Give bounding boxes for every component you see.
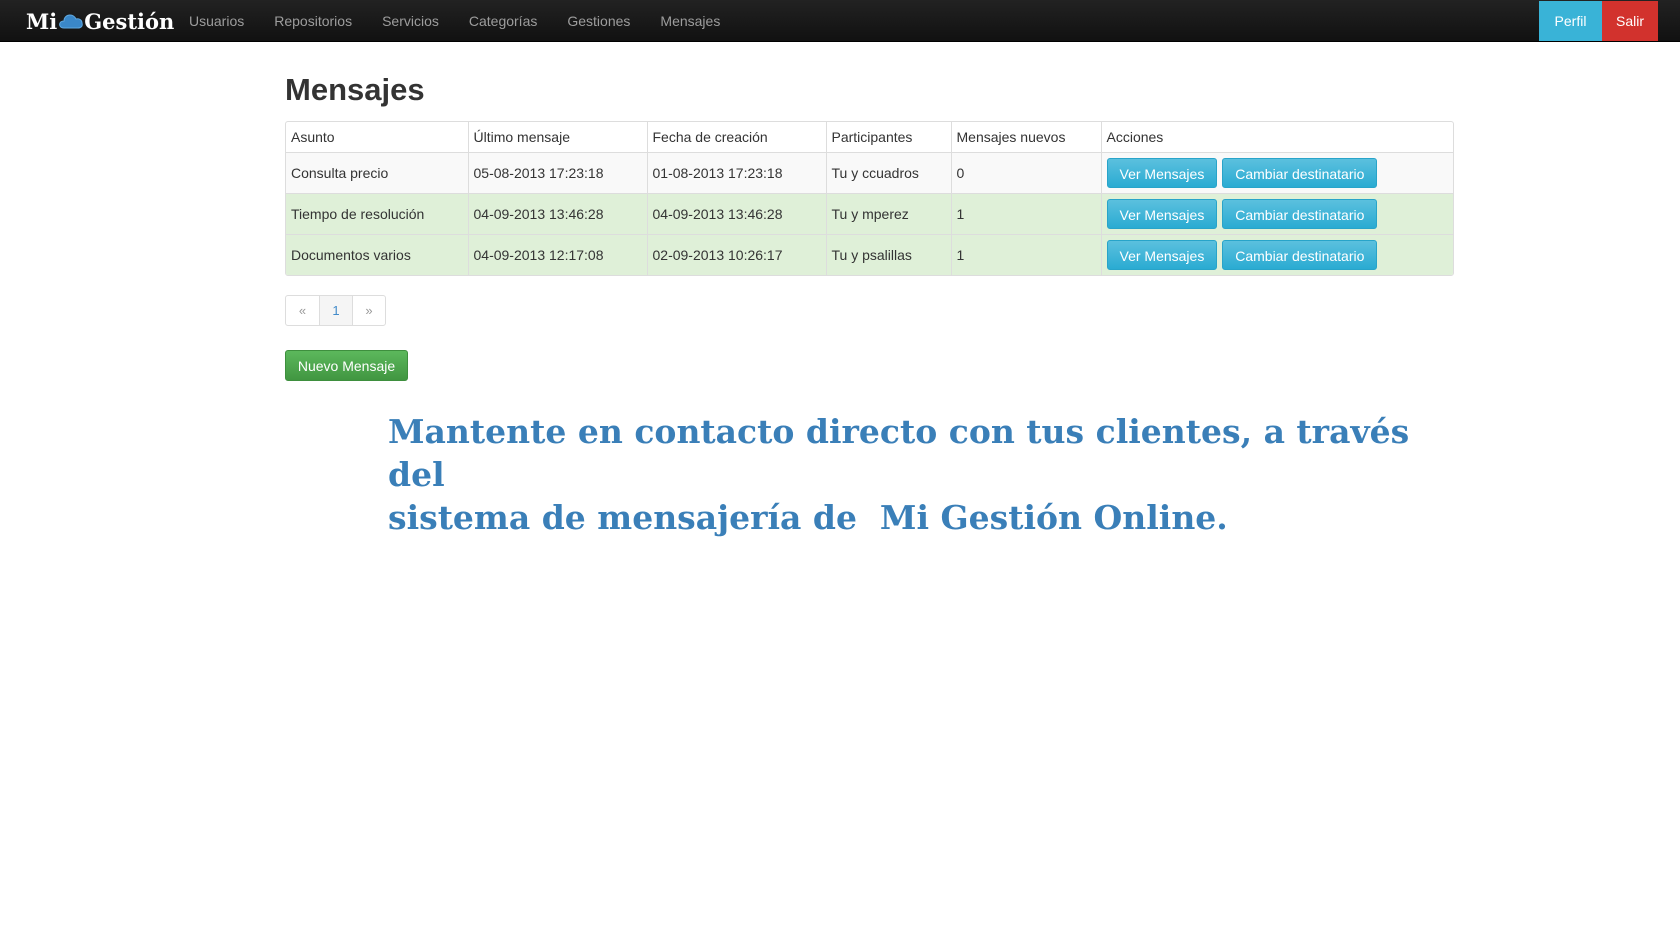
pagination-next[interactable]: »: [352, 296, 385, 325]
cell-ultimo-mensaje: 04-09-2013 13:46:28: [467, 192, 647, 234]
nav-servicios[interactable]: Servicios: [367, 13, 454, 29]
table-row: Documentos varios 04-09-2013 12:17:08 02…: [286, 233, 1453, 275]
cell-ultimo-mensaje: 04-09-2013 12:17:08: [467, 233, 647, 275]
main-nav: Usuarios Repositorios Servicios Categorí…: [174, 0, 735, 42]
page-title: Mensajes: [285, 72, 425, 107]
cell-asunto: Documentos varios: [286, 233, 468, 275]
cell-mensajes-nuevos: 1: [950, 233, 1101, 275]
promo-line-2: sistema de mensajería de Mi Gestión Onli…: [388, 498, 1228, 537]
messages-table: Asunto Último mensaje Fecha de creación …: [285, 121, 1454, 276]
nav-mensajes[interactable]: Mensajes: [645, 13, 735, 29]
column-header-ultimo-mensaje[interactable]: Último mensaje: [467, 122, 647, 152]
cell-ultimo-mensaje: 05-08-2013 17:23:18: [467, 151, 647, 193]
ver-mensajes-button[interactable]: Ver Mensajes: [1106, 239, 1218, 270]
pagination: « 1 »: [285, 295, 386, 326]
ver-mensajes-button[interactable]: Ver Mensajes: [1106, 198, 1218, 229]
nav-repositorios[interactable]: Repositorios: [259, 13, 367, 29]
cell-acciones: Ver Mensajes Cambiar destinatario: [1100, 151, 1453, 193]
cell-acciones: Ver Mensajes Cambiar destinatario: [1100, 192, 1453, 234]
column-header-mensajes-nuevos[interactable]: Mensajes nuevos: [950, 122, 1101, 152]
column-header-fecha-creacion[interactable]: Fecha de creación: [646, 122, 826, 152]
column-header-acciones: Acciones: [1100, 122, 1453, 152]
cell-participantes: Tu y ccuadros: [825, 151, 951, 193]
ver-mensajes-button[interactable]: Ver Mensajes: [1106, 157, 1218, 188]
cell-asunto: Consulta precio: [286, 151, 468, 193]
cell-participantes: Tu y mperez: [825, 192, 951, 234]
top-navbar: Mi Gestión Usuarios Repositorios Servici…: [0, 0, 1680, 42]
nav-gestiones[interactable]: Gestiones: [552, 13, 645, 29]
cambiar-destinatario-button[interactable]: Cambiar destinatario: [1222, 157, 1378, 188]
salir-button[interactable]: Salir: [1602, 1, 1658, 41]
pagination-prev[interactable]: «: [286, 296, 319, 325]
cell-fecha-creacion: 04-09-2013 13:46:28: [646, 192, 826, 234]
promo-text: Mantente en contacto directo con tus cli…: [388, 410, 1448, 539]
nav-usuarios[interactable]: Usuarios: [174, 13, 259, 29]
cell-fecha-creacion: 02-09-2013 10:26:17: [646, 233, 826, 275]
cell-participantes: Tu y psalillas: [825, 233, 951, 275]
cell-fecha-creacion: 01-08-2013 17:23:18: [646, 151, 826, 193]
cell-acciones: Ver Mensajes Cambiar destinatario: [1100, 233, 1453, 275]
nav-categorias[interactable]: Categorías: [454, 13, 552, 29]
table-row: Tiempo de resolución 04-09-2013 13:46:28…: [286, 192, 1453, 234]
column-header-participantes[interactable]: Participantes: [825, 122, 951, 152]
cell-mensajes-nuevos: 0: [950, 151, 1101, 193]
column-header-asunto[interactable]: Asunto: [286, 122, 468, 152]
brand-logo[interactable]: Mi Gestión: [26, 8, 174, 34]
cambiar-destinatario-button[interactable]: Cambiar destinatario: [1222, 239, 1378, 270]
pagination-page-1[interactable]: 1: [319, 296, 352, 325]
cell-asunto: Tiempo de resolución: [286, 192, 468, 234]
brand-text-right: Gestión: [84, 8, 175, 34]
promo-line-1: Mantente en contacto directo con tus cli…: [388, 412, 1410, 494]
brand-text-left: Mi: [26, 8, 58, 34]
table-row: Consulta precio 05-08-2013 17:23:18 01-0…: [286, 151, 1453, 193]
table-header-row: Asunto Último mensaje Fecha de creación …: [286, 122, 1453, 152]
cambiar-destinatario-button[interactable]: Cambiar destinatario: [1222, 198, 1378, 229]
cell-mensajes-nuevos: 1: [950, 192, 1101, 234]
cloud-icon: [59, 14, 83, 29]
nuevo-mensaje-button[interactable]: Nuevo Mensaje: [285, 350, 408, 381]
perfil-button[interactable]: Perfil: [1539, 1, 1602, 41]
